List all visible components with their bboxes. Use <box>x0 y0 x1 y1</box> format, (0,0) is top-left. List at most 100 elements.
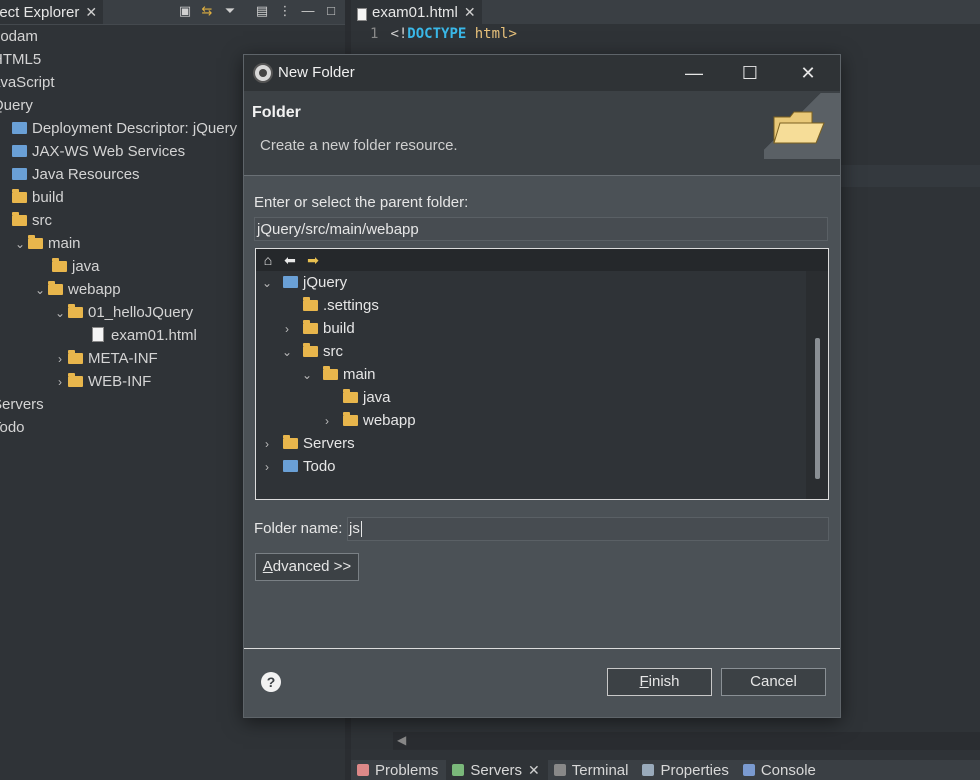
maximize-icon[interactable]: ☐ <box>722 55 778 91</box>
folder-tree-item[interactable]: › webapp <box>319 410 416 432</box>
tree-scroll-thumb[interactable] <box>815 338 820 479</box>
advanced-button[interactable]: Advanced >> <box>255 553 359 581</box>
tab-project-explorer[interactable]: ject Explorer ✕ <box>0 0 104 24</box>
tree-item-label: exam01.html <box>111 327 197 344</box>
filter-icon[interactable]: ⏷ <box>222 3 238 19</box>
code-keyword: DOCTYPE <box>407 26 467 42</box>
tab-properties[interactable]: Properties <box>636 760 736 780</box>
folder-icon <box>12 212 27 226</box>
terminal-icon <box>553 764 566 776</box>
tree-item-label: WEB-INF <box>88 373 152 390</box>
horizontal-scrollbar[interactable]: ◀ <box>393 732 980 750</box>
resource-icon <box>12 168 27 180</box>
finish-button[interactable]: Finish <box>607 668 712 696</box>
tree-item-label: java <box>363 389 391 406</box>
explorer-tree-item[interactable]: ⌄ 01_helloJQuery <box>52 302 193 324</box>
chevron-down-icon[interactable]: ⌄ <box>279 341 295 363</box>
tab-label: Terminal <box>571 761 629 779</box>
chevron-right-icon[interactable]: › <box>259 433 275 455</box>
explorer-tree-item[interactable]: Java Resources <box>12 164 140 186</box>
tab-label: Problems <box>375 761 439 779</box>
explorer-tree-item[interactable]: Todo <box>0 417 25 439</box>
explorer-tree-item[interactable]: src <box>12 210 52 232</box>
tab-console[interactable]: Console <box>737 760 824 780</box>
chevron-right-icon[interactable]: › <box>319 410 335 432</box>
folder-tree-item[interactable]: ⌄ main <box>299 364 376 386</box>
scroll-left-icon[interactable]: ◀ <box>397 733 406 747</box>
folder-tree-item[interactable]: › build <box>279 318 355 340</box>
focus-icon[interactable]: ▤ <box>254 3 270 19</box>
explorer-tree-item[interactable]: build <box>12 187 64 209</box>
chevron-right-icon[interactable]: › <box>52 371 68 393</box>
properties-icon <box>642 764 655 776</box>
tab-servers[interactable]: Servers ✕ <box>446 760 548 780</box>
folder-tree[interactable]: ⌂ ⬅ ➡ ⌄ jQuery .settings › build ⌄ src ⌄ main jav… <box>255 248 829 500</box>
close-icon[interactable]: ✕ <box>85 4 97 21</box>
advanced-label: dvanced >> <box>272 558 352 575</box>
tree-item-label: main <box>48 235 81 252</box>
home-icon[interactable]: ⌂ <box>259 251 277 269</box>
code-text: <! <box>390 26 408 42</box>
close-icon[interactable]: ✕ <box>528 762 540 779</box>
tree-item-label: Query <box>0 97 33 114</box>
forward-icon[interactable]: ➡ <box>304 251 322 269</box>
explorer-tree-item[interactable]: ⌄ main <box>12 233 81 255</box>
chevron-right-icon[interactable]: › <box>279 318 295 340</box>
folder-name-value: js <box>349 520 360 537</box>
minimize-icon[interactable]: — <box>666 55 722 91</box>
chevron-right-icon[interactable]: › <box>52 348 68 370</box>
chevron-down-icon[interactable]: ⌄ <box>299 364 315 386</box>
explorer-tree-item[interactable]: JAX-WS Web Services <box>12 141 185 163</box>
folder-tree-item[interactable]: ⌄ src <box>279 341 343 363</box>
parent-folder-input[interactable]: jQuery/src/main/webapp <box>254 217 828 241</box>
tab-problems[interactable]: Problems <box>351 760 446 780</box>
help-icon[interactable]: ? <box>261 672 281 692</box>
folder-name-input[interactable]: js <box>347 517 829 541</box>
folder-tree-item[interactable]: ⌄ jQuery <box>259 272 347 294</box>
tree-item-label: src <box>323 343 343 360</box>
chevron-down-icon[interactable]: ⌄ <box>12 233 28 255</box>
explorer-tree-item[interactable]: HTML5 <box>0 49 41 71</box>
close-icon[interactable]: ✕ <box>464 4 476 21</box>
close-icon[interactable]: ✕ <box>780 55 836 91</box>
tree-toolbar: ⌂ ⬅ ➡ <box>256 249 828 271</box>
chevron-down-icon[interactable]: ⌄ <box>259 272 275 294</box>
tab-label: Console <box>760 761 816 779</box>
folder-tree-item[interactable]: java <box>319 387 391 409</box>
explorer-tree-item[interactable]: avaScript <box>0 72 55 94</box>
chevron-right-icon[interactable]: › <box>259 456 275 478</box>
explorer-tree-item[interactable]: exam01.html <box>92 325 197 347</box>
explorer-tree-item[interactable]: java <box>52 256 100 278</box>
tree-item-label: build <box>323 320 355 337</box>
tab-terminal[interactable]: Terminal <box>548 760 637 780</box>
folder-icon <box>28 235 43 249</box>
chevron-down-icon[interactable]: ⌄ <box>32 279 48 301</box>
folder-tree-item[interactable]: › Servers <box>259 433 355 455</box>
maximize-icon[interactable]: □ <box>323 3 339 19</box>
link-editor-icon[interactable]: ⇆ <box>199 3 215 19</box>
minimize-icon[interactable]: — <box>300 3 316 19</box>
finish-label: inish <box>648 673 680 690</box>
code-text: html> <box>466 26 517 42</box>
folder-icon <box>303 320 318 334</box>
chevron-down-icon[interactable]: ⌄ <box>52 302 68 324</box>
explorer-tree-item[interactable]: Servers <box>0 394 44 416</box>
code-line-1[interactable]: 1 <!DOCTYPE html> <box>370 26 517 42</box>
explorer-tree-item[interactable]: › WEB-INF <box>52 371 151 393</box>
tab-label: ject Explorer <box>0 3 80 21</box>
folder-tree-item[interactable]: › Todo <box>259 456 336 478</box>
dialog-titlebar[interactable]: New Folder — ☐ ✕ <box>244 55 840 91</box>
tree-item-label: Deployment Descriptor: jQuery <box>32 120 238 137</box>
explorer-tree-item[interactable]: ⌄ webapp <box>32 279 121 301</box>
back-icon[interactable]: ⬅ <box>281 251 299 269</box>
explorer-tree-item[interactable]: › META-INF <box>52 348 158 370</box>
tab-exam01-html[interactable]: exam01.html ✕ <box>351 0 482 24</box>
explorer-tree-item[interactable]: Deployment Descriptor: jQuery <box>12 118 237 140</box>
explorer-tree-item[interactable]: dodam <box>0 26 38 48</box>
explorer-tree-item[interactable]: Query <box>0 95 33 117</box>
view-menu-icon[interactable]: ⋮ <box>277 3 293 19</box>
cancel-button[interactable]: Cancel <box>721 668 826 696</box>
collapse-all-icon[interactable]: ▣ <box>177 3 193 19</box>
folder-tree-item[interactable]: .settings <box>279 295 379 317</box>
tree-item-label: 01_helloJQuery <box>88 304 194 321</box>
